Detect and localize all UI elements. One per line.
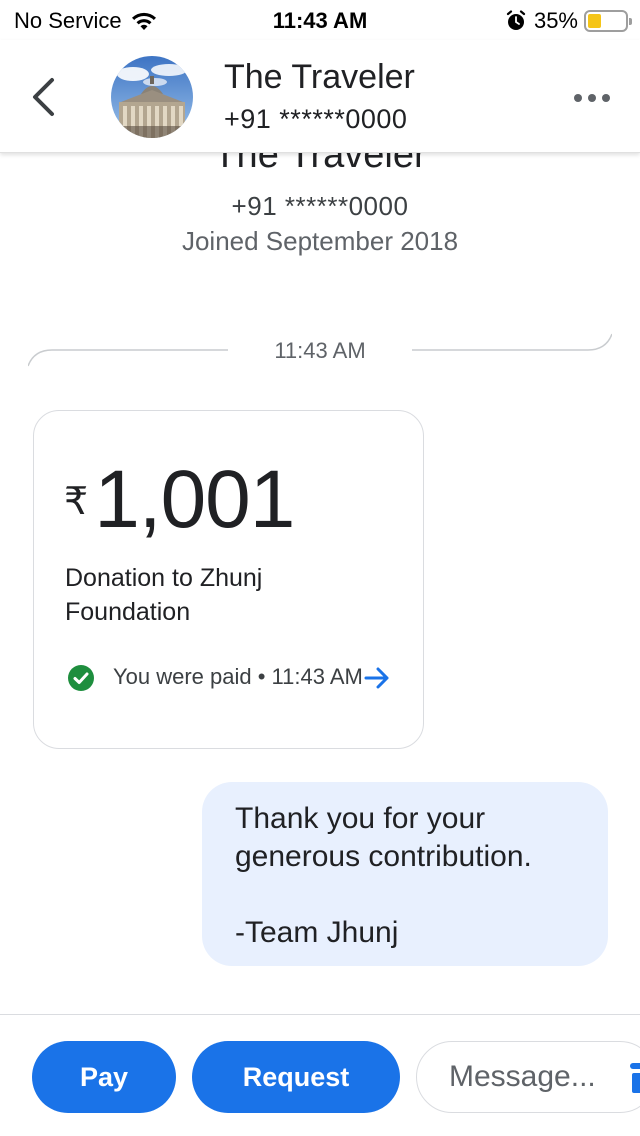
battery-percent: 35%: [533, 8, 578, 33]
amount-value: 1,001: [94, 454, 295, 545]
currency-symbol: ₹: [64, 481, 89, 523]
more-horizontal-icon: [574, 94, 582, 102]
more-dot: [588, 94, 596, 102]
divider-time: 11:43 AM: [274, 338, 366, 363]
gift-icon[interactable]: [628, 1063, 640, 1093]
pay-button[interactable]: Pay: [32, 1041, 176, 1113]
message-bubble-outgoing[interactable]: Thank you for your generous contribution…: [202, 782, 608, 966]
status-right: 35%: [506, 8, 632, 34]
avatar-image: [111, 56, 193, 138]
battery-fill: [588, 14, 601, 28]
profile-joined-date: Joined September 2018: [181, 226, 459, 256]
avatar[interactable]: [111, 56, 193, 138]
battery-icon: [584, 10, 632, 32]
chat-header: The Traveler +91 ******0000: [0, 40, 640, 153]
profile-phone: +91 ******0000: [231, 191, 409, 221]
more-dot: [602, 94, 610, 102]
chevron-left-icon: [33, 78, 54, 116]
check-circle-icon: [68, 665, 94, 691]
battery-nub: [629, 18, 632, 25]
message-input[interactable]: Message...: [416, 1041, 640, 1113]
payment-amount: ₹ 1,001: [64, 453, 295, 547]
more-options-button[interactable]: [574, 92, 610, 104]
alarm-icon: [506, 10, 526, 30]
message-text: Thank you for your generous contribution…: [235, 802, 532, 949]
bottom-action-bar: Pay Request Message...: [0, 1014, 640, 1136]
payment-card[interactable]: ₹ 1,001 Donation to Zhunj Foundation You…: [33, 410, 424, 749]
arrow-right-icon[interactable]: [363, 665, 391, 691]
contact-phone: +91 ******0000: [224, 104, 408, 134]
status-bar: No Service 11:43 AM 35%: [0, 0, 640, 40]
payment-status-text: You were paid • 11:43 AM: [113, 664, 363, 689]
contact-name[interactable]: The Traveler: [224, 58, 415, 97]
request-button[interactable]: Request: [192, 1041, 400, 1113]
back-button[interactable]: [26, 76, 62, 118]
payment-description: Donation to Zhunj Foundation: [65, 564, 263, 626]
